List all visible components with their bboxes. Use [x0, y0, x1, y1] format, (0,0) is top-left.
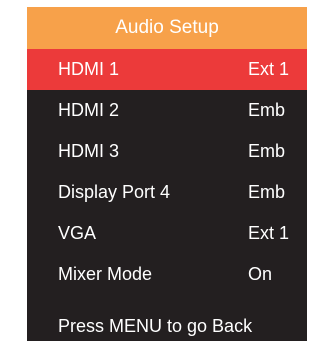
menu-item-value: Ext 1	[248, 59, 290, 79]
menu-item-hdmi-3[interactable]: HDMI 3 Emb	[27, 131, 307, 172]
menu-item-vga[interactable]: VGA Ext 1	[27, 213, 307, 254]
menu-item-label: VGA	[58, 223, 97, 243]
menu-item-value: On	[248, 264, 273, 284]
menu-item-hdmi-1[interactable]: HDMI 1 Ext 1	[27, 49, 307, 90]
menu-footer-hint: Press MENU to go Back	[27, 308, 307, 341]
footer-hint-text: Press MENU to go Back	[58, 316, 253, 336]
audio-setup-menu: Audio Setup HDMI 1 Ext 1 HDMI 2 Emb HDMI…	[27, 7, 307, 341]
menu-title: Audio Setup	[27, 7, 307, 49]
menu-item-mixer-mode[interactable]: Mixer Mode On	[27, 254, 307, 295]
menu-item-label: HDMI 3	[58, 141, 120, 161]
menu-item-label: Display Port 4	[58, 182, 171, 202]
menu-item-value: Emb	[248, 141, 286, 161]
menu-item-value: Emb	[248, 182, 286, 202]
menu-item-label: Mixer Mode	[58, 264, 153, 284]
menu-item-display-port-4[interactable]: Display Port 4 Emb	[27, 172, 307, 213]
menu-list: HDMI 1 Ext 1 HDMI 2 Emb HDMI 3 Emb Displ…	[27, 49, 307, 295]
menu-item-value: Emb	[248, 100, 286, 120]
menu-item-label: HDMI 2	[58, 100, 120, 120]
menu-item-hdmi-2[interactable]: HDMI 2 Emb	[27, 90, 307, 131]
menu-item-value: Ext 1	[248, 223, 290, 243]
menu-item-label: HDMI 1	[58, 59, 120, 79]
